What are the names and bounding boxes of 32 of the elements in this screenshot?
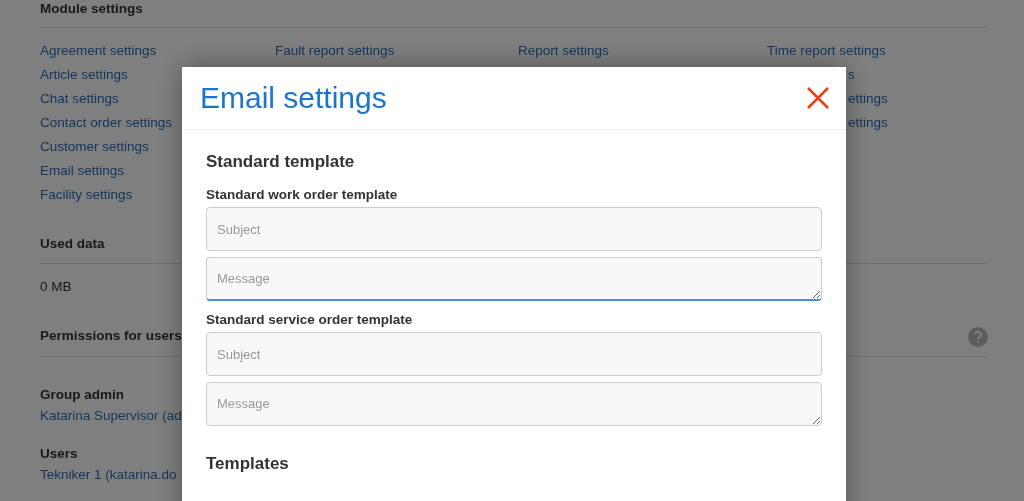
settings-link[interactable]: Article settings (40, 63, 128, 87)
settings-link[interactable]: s (848, 63, 855, 87)
subject-field[interactable]: Subject (206, 207, 822, 251)
section-heading: Module settings (40, 0, 143, 18)
close-button[interactable] (806, 86, 830, 110)
close-icon (806, 86, 830, 110)
settings-link[interactable]: Facility settings (40, 183, 133, 207)
section-heading: Used data (40, 235, 105, 253)
settings-link[interactable]: Fault report settings (275, 39, 395, 63)
settings-link[interactable]: ettings (848, 111, 888, 135)
message-field[interactable]: Message (206, 382, 822, 426)
section-heading: Users (40, 445, 78, 463)
section-title: Templates (206, 454, 289, 474)
section-heading: Group admin (40, 386, 124, 404)
settings-link[interactable]: Customer settings (40, 135, 149, 159)
settings-link[interactable]: Contact order settings (40, 111, 173, 135)
settings-link[interactable]: Time report settings (767, 39, 886, 63)
settings-link[interactable]: Chat settings (40, 87, 119, 111)
field-label: Standard work order template (206, 186, 398, 204)
field-label: Standard service order template (206, 311, 413, 329)
settings-link[interactable]: Email settings (40, 159, 125, 183)
dialog-title: Email settings (200, 81, 387, 115)
section-title: Standard template (206, 152, 355, 172)
used-data-value: 0 MB (40, 278, 72, 296)
section-heading: Permissions for users (40, 327, 182, 345)
message-field[interactable]: Message (206, 257, 822, 301)
user-link[interactable]: Tekniker 1 (katarina.do (40, 463, 177, 487)
settings-link[interactable]: Agreement settings (40, 39, 157, 63)
user-link[interactable]: Katarina Supervisor (ad (40, 404, 182, 428)
settings-link[interactable]: Report settings (518, 39, 609, 63)
settings-link[interactable]: ettings (848, 87, 888, 111)
subject-field[interactable]: Subject (206, 332, 822, 376)
